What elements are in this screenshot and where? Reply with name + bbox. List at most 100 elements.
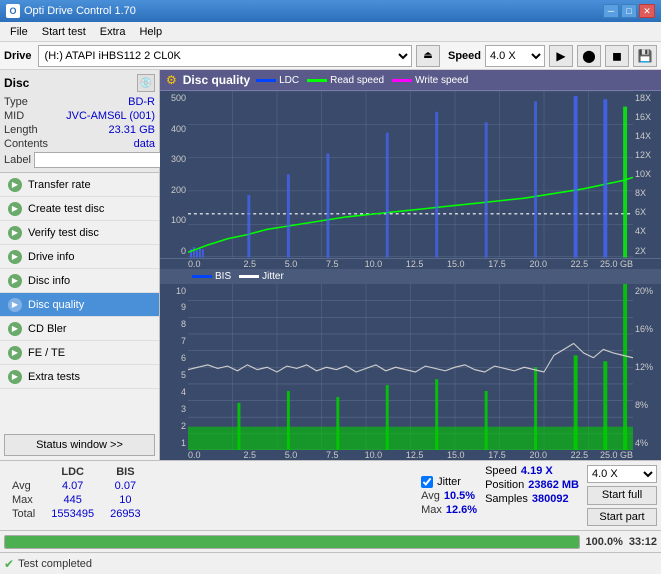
progress-bar-area: 100.0% 33:12 (0, 530, 661, 552)
stats-table: LDC BIS Avg 4.07 0.07 Max 445 10 Total 1… (4, 465, 413, 526)
content-title: Disc quality (183, 73, 250, 87)
chart2-x-axis: 0.0 2.5 5.0 7.5 10.0 12.5 15.0 17.5 20.0… (160, 450, 661, 460)
start-full-button[interactable]: Start full (587, 486, 657, 504)
nav-icon-create: ▶ (8, 202, 22, 216)
jitter-section: Jitter Avg 10.5% Max 12.6% (421, 465, 477, 526)
save-button[interactable]: 💾 (633, 45, 657, 67)
samples-label: Samples (485, 493, 528, 505)
jitter-avg-value: 10.5% (444, 490, 475, 502)
nav-label-verify: Verify test disc (28, 227, 99, 239)
nav-label-fe-te: FE / TE (28, 347, 65, 359)
nav-verify-test-disc[interactable]: ▶ Verify test disc (0, 221, 159, 245)
nav-label-disc-info: Disc info (28, 275, 70, 287)
status-bar: ✔ Test completed (0, 552, 661, 574)
nav-drive-info[interactable]: ▶ Drive info (0, 245, 159, 269)
chart1-legend: LDC Read speed Write speed (256, 75, 468, 86)
nav-disc-quality[interactable]: ▶ Disc quality (0, 293, 159, 317)
chart2-y-axis-right: 20% 16% 12% 8% 4% (633, 284, 661, 451)
stats-col-ldc: LDC (43, 465, 102, 479)
chart1-wrapper: 500 400 300 200 100 0 (160, 91, 661, 259)
jitter-label: Jitter (437, 476, 461, 488)
disc-label-input[interactable] (34, 152, 172, 168)
stats-max-label: Max (4, 493, 43, 507)
nav-icon-cd-bler: ▶ (8, 322, 22, 336)
progress-track (4, 535, 580, 549)
jitter-max-value: 12.6% (446, 504, 477, 516)
stats-avg-label: Avg (4, 479, 43, 493)
toolbar: Drive (H:) ATAPI iHBS112 2 CL0K ⏏ Speed … (0, 42, 661, 70)
nav-icon-fe-te: ▶ (8, 346, 22, 360)
write-speed-legend-label: Write speed (415, 75, 468, 86)
menu-help[interactable]: Help (133, 24, 168, 40)
nav-label-create: Create test disc (28, 203, 104, 215)
maximize-button[interactable]: □ (621, 4, 637, 18)
stats-col-bis: BIS (102, 465, 149, 479)
eject-button[interactable]: ⏏ (416, 45, 440, 67)
nav-cd-bler[interactable]: ▶ CD Bler (0, 317, 159, 341)
read-speed-legend-label: Read speed (330, 75, 384, 86)
bis-legend-label: BIS (215, 271, 231, 282)
nav-icon-transfer: ▶ (8, 178, 22, 192)
status-window-button[interactable]: Status window >> (4, 434, 155, 456)
nav-fe-te[interactable]: ▶ FE / TE (0, 341, 159, 365)
speed-label: Speed (448, 50, 481, 62)
action-speed-select[interactable]: 4.0 X (587, 465, 657, 483)
minimize-button[interactable]: ─ (603, 4, 619, 18)
close-button[interactable]: ✕ (639, 4, 655, 18)
stats-avg-bis: 0.07 (102, 479, 149, 493)
nav-icon-disc-info: ▶ (8, 274, 22, 288)
status-text: Test completed (18, 558, 92, 570)
nav-extra-tests[interactable]: ▶ Extra tests (0, 365, 159, 389)
disc-icon-btn[interactable]: 💿 (137, 74, 155, 92)
disc-panel: Disc 💿 Type BD-R MID JVC-AMS6L (001) Len… (0, 70, 159, 173)
play-button[interactable]: ▶ (549, 45, 573, 67)
ldc-legend-color (256, 79, 276, 82)
nav-disc-info[interactable]: ▶ Disc info (0, 269, 159, 293)
sidebar: Disc 💿 Type BD-R MID JVC-AMS6L (001) Len… (0, 70, 160, 460)
record-button[interactable]: ⬤ (577, 45, 601, 67)
menu-bar: File Start test Extra Help (0, 22, 661, 42)
jitter-max-label: Max (421, 504, 442, 516)
menu-start-test[interactable]: Start test (36, 24, 92, 40)
nav-label-extra: Extra tests (28, 371, 80, 383)
nav-icon-drive: ▶ (8, 250, 22, 264)
stats-total-ldc: 1553495 (43, 507, 102, 521)
jitter-avg-label: Avg (421, 490, 440, 502)
stats-total-label: Total (4, 507, 43, 521)
chart1-y-axis-left: 500 400 300 200 100 0 (160, 91, 188, 258)
menu-extra[interactable]: Extra (94, 24, 132, 40)
position-label: Position (485, 479, 524, 491)
jitter-checkbox[interactable] (421, 476, 433, 488)
disc-length-value: 23.31 GB (109, 124, 155, 136)
disc-mid-value: JVC-AMS6L (001) (66, 110, 155, 122)
nav-icon-disc-quality: ▶ (8, 298, 22, 312)
write-speed-legend-color (392, 79, 412, 82)
speed-value: 4.19 X (521, 465, 553, 477)
speed-position-section: Speed 4.19 X Position 23862 MB Samples 3… (485, 465, 579, 526)
charts-container: 500 400 300 200 100 0 (160, 91, 661, 460)
nav-transfer-rate[interactable]: ▶ Transfer rate (0, 173, 159, 197)
title-bar: O Opti Drive Control 1.70 ─ □ ✕ (0, 0, 661, 22)
nav-label-drive: Drive info (28, 251, 74, 263)
status-icon: ✔ (4, 557, 14, 571)
chart1-x-axis: 0.0 2.5 5.0 7.5 10.0 12.5 15.0 17.5 20.0… (160, 259, 661, 269)
samples-value: 380092 (532, 493, 569, 505)
drive-select[interactable]: (H:) ATAPI iHBS112 2 CL0K (38, 45, 412, 67)
menu-file[interactable]: File (4, 24, 34, 40)
disc-contents-value: data (134, 138, 155, 150)
progress-time: 33:12 (629, 536, 657, 548)
start-part-button[interactable]: Start part (587, 508, 657, 526)
jitter-legend-color (239, 275, 259, 278)
disc-section-title: Disc (4, 76, 29, 90)
nav-label-transfer: Transfer rate (28, 179, 91, 191)
content-header: ⚙ Disc quality LDC Read speed Write spee… (160, 70, 661, 91)
progress-percent: 100.0% (586, 536, 623, 548)
progress-fill (5, 536, 579, 548)
stop-button[interactable]: ◼ (605, 45, 629, 67)
nav-icon-extra: ▶ (8, 370, 22, 384)
ldc-legend-label: LDC (279, 75, 299, 86)
speed-select[interactable]: 4.0 X (485, 45, 545, 67)
stats-max-ldc: 445 (43, 493, 102, 507)
nav-label-disc-quality: Disc quality (28, 299, 84, 311)
nav-create-test-disc[interactable]: ▶ Create test disc (0, 197, 159, 221)
